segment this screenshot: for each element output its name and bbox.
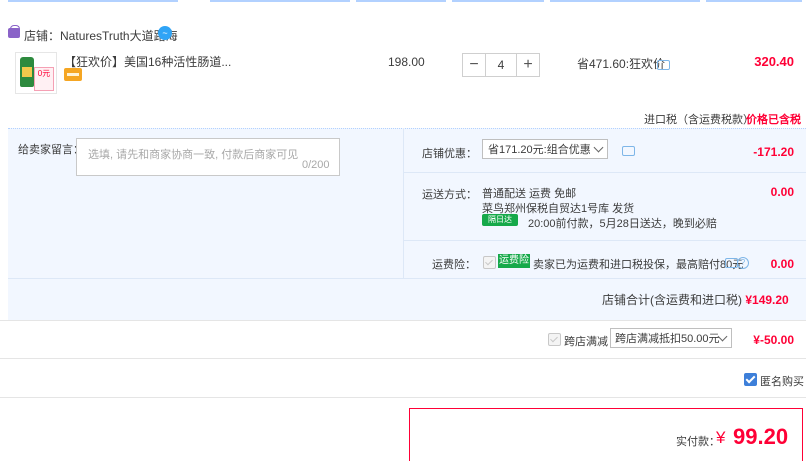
shipping-amount: 0.00 xyxy=(770,185,794,199)
thumb-promo-tag: 0元 xyxy=(34,67,54,91)
comment-icon[interactable] xyxy=(622,146,635,156)
quantity-stepper: − 4 + xyxy=(462,53,540,77)
insurance-label: 运费险： xyxy=(432,259,476,271)
shop-name[interactable]: 店铺：NaturesTruth大道路海 xyxy=(24,27,178,44)
shop-discount-amount: -171.20 xyxy=(753,145,794,159)
table-header-line xyxy=(0,0,806,2)
message-label: 给卖家留言： xyxy=(18,144,84,156)
shop-discount-label: 店铺优惠： xyxy=(422,148,477,160)
anonymous-label: 匿名购买 xyxy=(760,376,804,388)
shop-total: 店铺合计(含运费和进口税) ¥149.20 xyxy=(602,293,789,307)
insurance-checkbox[interactable] xyxy=(483,256,496,269)
quantity-input[interactable]: 4 xyxy=(485,54,517,76)
promo-saving: 省471.60:狂欢价 xyxy=(577,57,666,71)
row-separator xyxy=(403,240,806,241)
decrease-button[interactable]: − xyxy=(463,54,485,76)
payment-currency: ¥ xyxy=(716,428,726,447)
credit-card-icon xyxy=(64,68,82,81)
panel-divider xyxy=(403,128,404,278)
comment-icon[interactable] xyxy=(657,60,670,70)
row-separator xyxy=(8,278,806,279)
bottle-image xyxy=(20,57,34,87)
row-separator xyxy=(403,172,806,173)
unit-price: 198.00 xyxy=(388,55,425,69)
message-counter: 0/200 xyxy=(302,159,330,171)
cross-store-select[interactable]: 跨店满减抵扣50.00元 xyxy=(610,328,732,348)
shipping-method: 普通配送 运费 免邮 xyxy=(482,188,577,200)
shipping-label: 运送方式： xyxy=(422,189,477,201)
product-title[interactable]: 【狂欢价】美国16种活性肠道... xyxy=(64,53,231,70)
chat-wangwang-icon[interactable]: ~ xyxy=(158,26,172,40)
divider xyxy=(0,397,806,398)
shop-discount-select[interactable]: 省171.20元:组合优惠 xyxy=(482,139,608,159)
insurance-text: 卖家已为运费和进口税投保，最高赔付80元 xyxy=(533,259,744,271)
anonymous-checkbox[interactable] xyxy=(744,373,757,386)
chevron-down-icon xyxy=(593,142,604,153)
increase-button[interactable]: + xyxy=(517,54,539,76)
import-tax-value: 价格已含税 xyxy=(746,114,801,126)
next-day-badge: 隔日达 xyxy=(482,214,518,226)
import-tax-label: 进口税（含运费税款） xyxy=(644,114,754,126)
divider xyxy=(0,358,806,359)
insurance-badge: 运费险 xyxy=(498,254,530,268)
item-total: 320.40 xyxy=(754,54,794,69)
delivery-estimate: 20:00前付款，5月28日送达，晚到必赔 xyxy=(528,218,717,230)
cross-store-amount: ¥-50.00 xyxy=(753,333,794,347)
divider xyxy=(0,320,806,321)
payment-amount: 99.20 xyxy=(733,424,789,449)
product-thumbnail[interactable]: 0元 xyxy=(15,52,57,94)
cross-store-label: 跨店满减 xyxy=(564,336,608,348)
message-placeholder: 选填, 请先和商家协商一致, 付款后商家可见 xyxy=(88,149,299,161)
shop-total-value: ¥149.20 xyxy=(745,293,789,307)
shop-icon xyxy=(8,25,20,38)
cross-store-checkbox[interactable] xyxy=(548,333,561,346)
payment-label: 实付款： xyxy=(676,436,720,448)
insurance-amount: 0.00 xyxy=(770,257,794,271)
